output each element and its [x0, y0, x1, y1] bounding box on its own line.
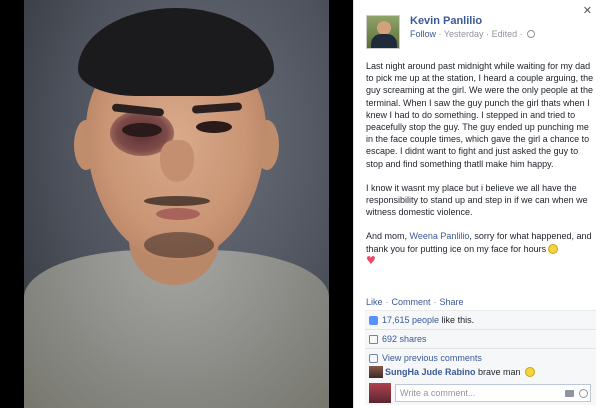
post-text: And mom,: [366, 231, 410, 242]
post-meta: Follow · Yesterday · Edited ·: [410, 29, 536, 39]
action-sep: ·: [385, 297, 389, 307]
meta-sep: ·: [436, 29, 444, 39]
share-icon: [369, 335, 378, 344]
view-previous-comments-link[interactable]: View previous comments: [382, 353, 482, 363]
author-avatar[interactable]: [366, 15, 400, 49]
photo-mouth: [156, 208, 200, 220]
comment-input[interactable]: [395, 384, 591, 402]
post-time[interactable]: Yesterday: [444, 29, 484, 39]
post-paragraph: And mom, Weena Panlilio, sorry for what …: [366, 230, 594, 267]
comment-composer: [365, 381, 596, 405]
thumbs-up-icon: [369, 316, 378, 325]
likes-count-link[interactable]: 17,615 people: [382, 315, 439, 325]
globe-icon[interactable]: [527, 30, 536, 38]
meta-sep: ·: [517, 29, 526, 39]
smiley-icon: [548, 243, 559, 254]
shares-link[interactable]: 692 shares: [382, 334, 427, 344]
post-header: ✕ Kevin Panlilio Follow · Yesterday · Ed…: [354, 0, 600, 49]
heart-icon: ♥: [366, 253, 376, 267]
emoji-icon[interactable]: [579, 389, 588, 398]
photo-eye-right: [196, 121, 232, 133]
comment-icon: [369, 354, 378, 363]
likes-suffix: like this.: [439, 315, 475, 325]
meta-sep: ·: [483, 29, 492, 39]
edited-label[interactable]: Edited: [492, 29, 518, 39]
post-body: Last night around past midnight while wa…: [366, 60, 594, 279]
photo-eye-left: [122, 123, 162, 137]
feedback-box: 17,615 people like this. 692 shares View…: [365, 310, 596, 368]
commenter-avatar[interactable]: [369, 366, 383, 378]
smiley-icon: [525, 367, 536, 377]
author-name[interactable]: Kevin Panlilio: [410, 15, 482, 27]
action-sep: ·: [433, 297, 437, 307]
close-icon[interactable]: ✕: [583, 5, 592, 16]
avatar-head: [377, 21, 391, 35]
mention-link[interactable]: Weena Panlilio: [410, 231, 470, 241]
photo-mustache: [144, 196, 210, 206]
likes-row: 17,615 people like this.: [365, 311, 596, 330]
comment-button[interactable]: Comment: [392, 297, 431, 307]
camera-icon[interactable]: [565, 390, 574, 397]
photo-nose: [160, 140, 194, 182]
like-button[interactable]: Like: [366, 297, 383, 307]
comment-item: SungHa Jude Rabino brave man: [365, 365, 596, 381]
avatar-body: [371, 34, 397, 48]
follow-link[interactable]: Follow: [410, 29, 436, 39]
shares-row: 692 shares: [365, 330, 596, 349]
post-paragraph: I know it wasnt my place but i believe w…: [366, 182, 588, 218]
photo[interactable]: [24, 0, 329, 408]
post-paragraph: Last night around past midnight while wa…: [366, 61, 594, 169]
share-button[interactable]: Share: [440, 297, 464, 307]
post-actions: Like · Comment · Share: [366, 297, 464, 307]
my-avatar: [369, 383, 391, 403]
commenter-name[interactable]: SungHa Jude Rabino: [385, 367, 476, 377]
photo-beard: [144, 232, 214, 258]
comment-text: brave man: [475, 367, 521, 377]
photo-stage: [0, 0, 353, 408]
